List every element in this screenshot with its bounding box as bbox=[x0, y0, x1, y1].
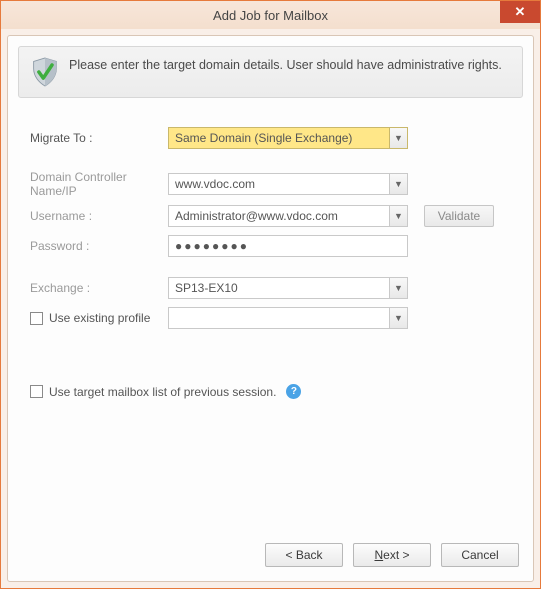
dc-label: Domain Controller Name/IP bbox=[30, 170, 168, 198]
next-hotkey: N bbox=[374, 548, 383, 562]
use-existing-profile-checkbox[interactable] bbox=[30, 312, 43, 325]
dc-value: www.vdoc.com bbox=[169, 177, 389, 191]
banner-text: Please enter the target domain details. … bbox=[69, 57, 502, 74]
back-button[interactable]: < Back bbox=[265, 543, 343, 567]
help-icon[interactable]: ? bbox=[286, 384, 301, 399]
content-panel: Please enter the target domain details. … bbox=[7, 35, 534, 582]
form-area: Migrate To : Same Domain (Single Exchang… bbox=[8, 108, 533, 533]
username-label: Username : bbox=[30, 209, 168, 223]
exchange-value: SP13-EX10 bbox=[169, 281, 389, 295]
next-button[interactable]: Next > bbox=[353, 543, 431, 567]
cancel-button[interactable]: Cancel bbox=[441, 543, 519, 567]
migrate-to-combo[interactable]: Same Domain (Single Exchange) ▼ bbox=[168, 127, 408, 149]
dc-combo[interactable]: www.vdoc.com ▼ bbox=[168, 173, 408, 195]
username-combo[interactable]: Administrator@www.vdoc.com ▼ bbox=[168, 205, 408, 227]
chevron-down-icon[interactable]: ▼ bbox=[389, 206, 407, 226]
use-existing-profile-label: Use existing profile bbox=[49, 311, 150, 325]
prev-session-row: Use target mailbox list of previous sess… bbox=[30, 384, 519, 399]
footer-buttons: < Back Next > Cancel bbox=[8, 533, 533, 581]
window-title: Add Job for Mailbox bbox=[1, 8, 540, 23]
password-label: Password : bbox=[30, 239, 168, 253]
chevron-down-icon[interactable]: ▼ bbox=[389, 174, 407, 194]
titlebar: Add Job for Mailbox ✕ bbox=[1, 1, 540, 29]
shield-icon bbox=[31, 57, 59, 87]
migrate-to-value: Same Domain (Single Exchange) bbox=[169, 131, 389, 145]
exchange-label: Exchange : bbox=[30, 281, 168, 295]
close-icon: ✕ bbox=[515, 4, 526, 20]
info-banner: Please enter the target domain details. … bbox=[18, 46, 523, 98]
dialog-window: Add Job for Mailbox ✕ Please enter the t… bbox=[0, 0, 541, 589]
prev-session-checkbox[interactable] bbox=[30, 385, 43, 398]
migrate-to-label: Migrate To : bbox=[30, 131, 168, 145]
profile-combo[interactable]: ▼ bbox=[168, 307, 408, 329]
password-field[interactable]: ●●●●●●●● bbox=[168, 235, 408, 257]
prev-session-label: Use target mailbox list of previous sess… bbox=[49, 385, 276, 399]
chevron-down-icon[interactable]: ▼ bbox=[389, 278, 407, 298]
chevron-down-icon[interactable]: ▼ bbox=[389, 308, 407, 328]
exchange-combo[interactable]: SP13-EX10 ▼ bbox=[168, 277, 408, 299]
username-value: Administrator@www.vdoc.com bbox=[169, 209, 389, 223]
chevron-down-icon[interactable]: ▼ bbox=[389, 128, 407, 148]
close-button[interactable]: ✕ bbox=[500, 1, 540, 23]
validate-button[interactable]: Validate bbox=[424, 205, 494, 227]
next-rest: ext > bbox=[383, 548, 409, 562]
